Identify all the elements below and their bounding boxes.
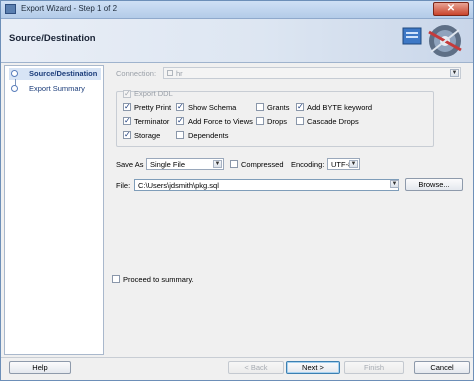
drops-label: Drops [267,117,288,126]
export-wizard-window: Export Wizard - Step 1 of 2 ✕ Source/Des… [0,0,474,381]
encoding-select[interactable]: UTF-8 ▼ [327,158,360,170]
grants-checkbox[interactable] [256,103,264,111]
finish-button[interactable]: Finish [344,361,404,374]
proceed-to-summary-checkbox[interactable] [112,275,120,283]
drops-checkbox[interactable] [256,117,264,125]
chevron-down-icon: ▼ [450,69,459,77]
page-title: Source/Destination [9,33,96,44]
dependents-label: Dependents [188,131,229,140]
save-as-value: Single File [150,160,186,169]
wizard-steps-sidebar: Source/Destination Export Summary [4,65,104,355]
cascade-drops-checkbox[interactable] [296,117,304,125]
sql-developer-logo-icon [402,25,462,57]
add-force-to-views-label: Add Force to Views [188,117,253,126]
add-force-to-views-checkbox[interactable]: ✓ [176,117,184,125]
back-button[interactable]: < Back [228,361,284,374]
show-schema-checkbox[interactable]: ✓ [176,103,184,111]
window-title: Export Wizard - Step 1 of 2 [21,4,118,13]
terminator-label: Terminator [134,117,170,126]
chevron-down-icon: ▼ [390,180,399,188]
storage-label: Storage [134,131,161,140]
save-as-label: Save As [116,160,144,169]
step-dot-icon [11,85,18,92]
show-schema-label: Show Schema [188,103,237,112]
file-path-input[interactable]: C:\Users\jdsmith\pkg.sql [134,179,399,191]
save-as-select[interactable]: Single File ▼ [146,158,224,170]
encoding-label: Encoding: [291,160,325,169]
app-icon [5,4,16,14]
footer-divider [1,357,473,358]
add-byte-keyword-checkbox[interactable]: ✓ [296,103,304,111]
wizard-header: Source/Destination [1,19,473,63]
add-byte-keyword-label: Add BYTE keyword [307,103,373,112]
pretty-print-checkbox[interactable]: ✓ [123,103,131,111]
title-bar: Export Wizard - Step 1 of 2 ✕ [1,1,473,19]
compressed-label: Compressed [241,160,284,169]
storage-checkbox[interactable]: ✓ [123,131,131,139]
proceed-to-summary-label: Proceed to summary. [123,275,194,284]
connection-label: Connection: [116,69,157,78]
chevron-down-icon: ▼ [349,160,358,168]
sidebar-item-source-destination[interactable]: Source/Destination [9,68,101,80]
chevron-down-icon: ▼ [213,160,222,168]
sidebar-item-label: Source/Destination [29,69,98,78]
terminator-checkbox[interactable]: ✓ [123,117,131,125]
connection-icon [167,70,173,76]
cascade-drops-label: Cascade Drops [307,117,359,126]
main-content: Connection: hr ▼ ✓ Export DDL ✓ Pretty P… [108,65,470,355]
connection-select[interactable]: hr ▼ [163,67,461,79]
compressed-checkbox[interactable] [230,160,238,168]
dependents-checkbox[interactable] [176,131,184,139]
close-icon[interactable]: ✕ [433,2,469,16]
step-dot-icon [11,70,18,77]
file-history-dropdown[interactable]: ▼ [389,179,399,191]
cancel-button[interactable]: Cancel [414,361,470,374]
file-path-value: C:\Users\jdsmith\pkg.sql [138,181,219,190]
pretty-print-label: Pretty Print [134,103,172,112]
grants-label: Grants [267,103,290,112]
export-ddl-label: Export DDL [134,89,173,98]
file-label: File: [116,181,131,190]
connection-value: hr [176,69,183,78]
next-button[interactable]: Next > [286,361,340,374]
sidebar-item-label: Export Summary [29,84,85,93]
sidebar-item-export-summary[interactable]: Export Summary [9,83,101,95]
help-button[interactable]: Help [9,361,71,374]
browse-button[interactable]: Browse... [405,178,463,191]
export-ddl-checkbox[interactable]: ✓ [123,90,131,98]
